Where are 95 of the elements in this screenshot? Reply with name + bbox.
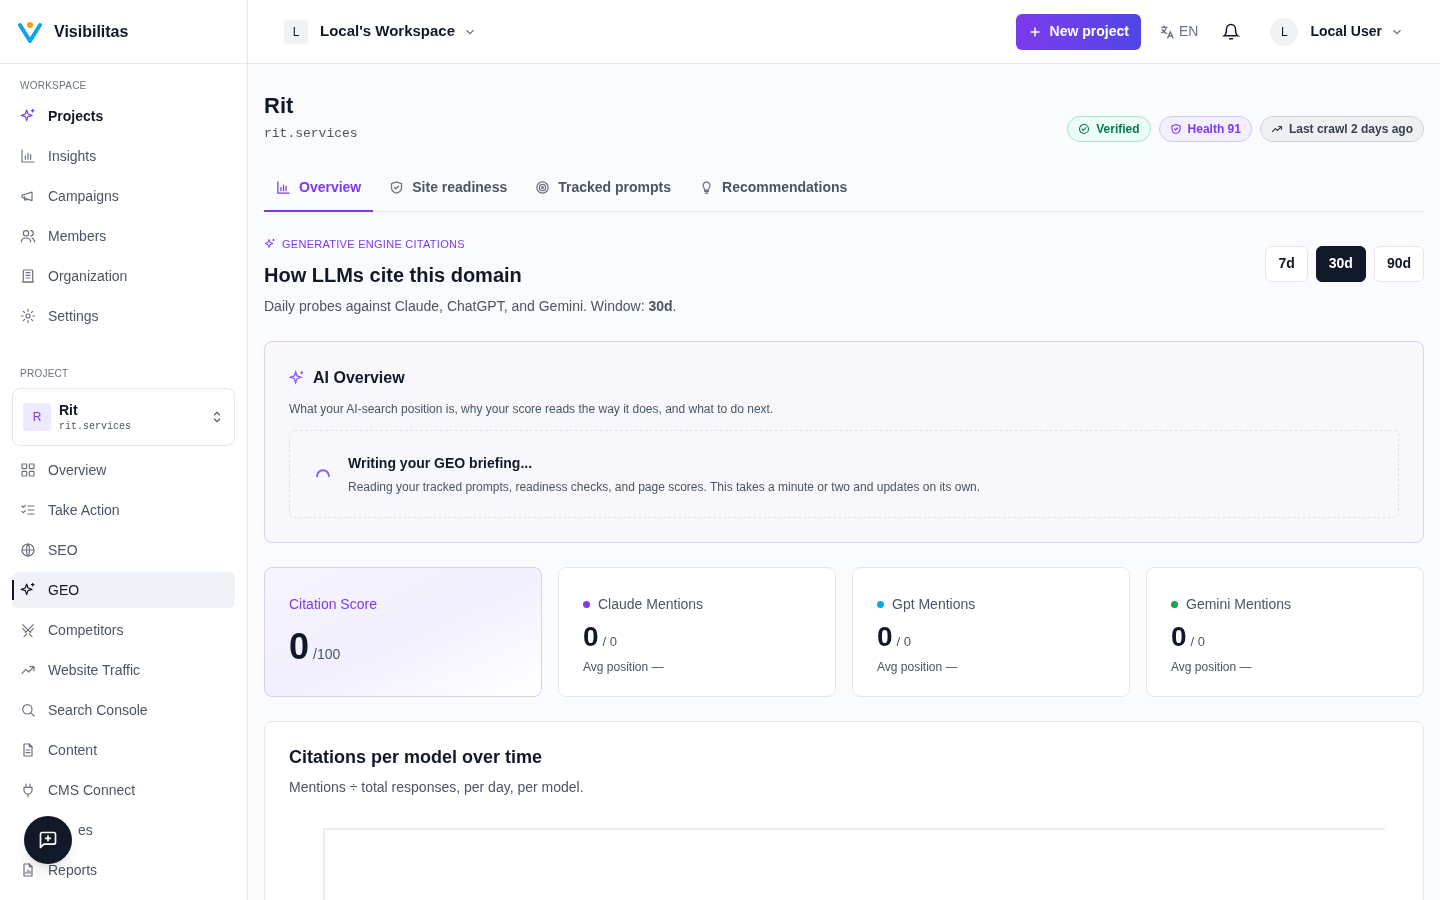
card-subtitle: Mentions ÷ total responses, per day, per model. (289, 778, 585, 797)
nav-item[interactable]: SEO (12, 532, 235, 568)
megaphone-icon (20, 188, 36, 204)
nav-item[interactable]: Search Console (12, 692, 235, 728)
project-domain: rit.services (59, 419, 132, 434)
search-icon (20, 702, 36, 718)
workspace-switcher[interactable]: L Local's Workspace (284, 19, 477, 44)
nav-item[interactable]: CMS Connect (12, 772, 235, 808)
section-subtitle: Daily probes against Claude, ChatGPT, and Gemini. Window: 30d. (264, 297, 677, 316)
status-title: Writing your GEO briefing... (348, 453, 534, 473)
metric-value: 0 (289, 629, 310, 665)
nav-item[interactable]: Overview (12, 452, 235, 488)
metric-label: Gpt Mentions (892, 595, 976, 614)
nav-item[interactable]: Take Action (12, 492, 235, 528)
metric-note: Avg position — (1171, 658, 1253, 676)
metric-value: 0 (1171, 623, 1187, 651)
sparkles-icon (20, 108, 36, 124)
chat-button[interactable] (24, 816, 72, 864)
status-badge: Last crawl 2 days ago (1259, 115, 1424, 142)
report-icon (20, 862, 36, 878)
nav-item[interactable]: GEO (12, 572, 235, 608)
range-button[interactable]: 90d (1373, 245, 1424, 282)
logo-icon (18, 20, 42, 43)
tab[interactable]: Tracked prompts (523, 165, 684, 212)
building-icon (20, 268, 36, 284)
nav-item[interactable]: Competitors (12, 612, 235, 648)
metric-note: Avg position — (877, 658, 959, 676)
card-subtitle: What your AI-search position is, why your score reads the way it does, and what to do next. (289, 401, 775, 418)
status-badge: Verified (1067, 115, 1151, 142)
metric-suffix: / 0 (1190, 633, 1206, 651)
nav-item[interactable]: Projects (12, 98, 235, 134)
workspace-name: Local's Workspace (320, 21, 455, 42)
range-button[interactable]: 7d (1265, 245, 1308, 282)
user-menu[interactable]: L Local User (1270, 17, 1404, 46)
section-label: PROJECT (19, 367, 70, 381)
sparkles-icon (289, 370, 305, 386)
bar-chart-icon (276, 180, 291, 195)
section-label: WORKSPACE (19, 79, 88, 93)
language-button[interactable]: EN (1158, 21, 1199, 42)
metric-label: Citation Score (289, 595, 378, 614)
tab[interactable]: Site readiness (377, 165, 520, 212)
nav-item[interactable]: Campaigns (12, 178, 235, 214)
swords-icon (20, 622, 36, 638)
metric-value: 0 (877, 623, 893, 651)
brand-name: Visibilitas (54, 21, 129, 42)
nav-item[interactable]: Settings (12, 298, 235, 334)
project-name: Rit (59, 400, 79, 419)
metric-suffix: / 0 (602, 633, 618, 651)
project-title: Rit (264, 92, 295, 120)
shield-icon (389, 180, 405, 195)
nav-item[interactable]: Reports (12, 852, 235, 888)
bar-chart-icon (20, 148, 36, 164)
project-domain: rit.services (264, 125, 358, 143)
tab[interactable]: Recommendations (687, 165, 860, 212)
check-circle-icon (1078, 122, 1091, 135)
project-selector[interactable]: R Rit rit.services (12, 388, 235, 446)
eyebrow-text: GENERATIVE ENGINE CITATIONS (282, 236, 465, 252)
metric-suffix: /100 (313, 645, 341, 664)
metric-value: 0 (583, 623, 599, 651)
tab[interactable]: Overview (264, 165, 374, 212)
bell-icon[interactable] (1222, 22, 1241, 41)
nav-item[interactable]: Members (12, 218, 235, 254)
metric-note: Avg position — (583, 658, 665, 676)
user-avatar: L (1270, 17, 1299, 46)
metric-suffix: / 0 (896, 633, 912, 651)
metric-label: Claude Mentions (598, 595, 704, 614)
status-badge: Health 91 (1158, 115, 1252, 142)
metric-label: Gemini Mentions (1186, 595, 1292, 614)
translate-icon (1158, 23, 1175, 40)
message-plus-icon (38, 830, 58, 850)
plus-icon (1027, 24, 1042, 39)
range-button[interactable]: 30d (1315, 245, 1366, 282)
shield-icon (1169, 122, 1182, 135)
users-icon (20, 228, 36, 244)
target-icon (535, 180, 551, 195)
document-icon (20, 742, 36, 758)
section-title: How LLMs cite this domain (264, 263, 523, 288)
sparkles-icon (264, 237, 276, 250)
workspace-avatar: L (284, 19, 308, 44)
user-name: Local User (1310, 22, 1382, 41)
nav-item[interactable]: Website Traffic (12, 652, 235, 688)
card-title: Citations per model over time (289, 746, 544, 769)
new-project-button[interactable]: New project (1015, 13, 1141, 50)
grid-icon (20, 462, 36, 478)
checklist-icon (20, 502, 36, 518)
status-text: Reading your tracked prompts, readiness checks, and page scores. This takes a minute or two and updates on its own. (348, 478, 981, 496)
nav-item[interactable]: Insights (12, 138, 235, 174)
nav-item[interactable]: Content (12, 732, 235, 768)
globe-icon (20, 542, 36, 558)
card-title: AI Overview (313, 368, 405, 388)
nav-item[interactable]: es (12, 812, 235, 848)
sparkles-icon (20, 582, 36, 598)
project-avatar: R (23, 403, 51, 431)
plug-icon (20, 782, 36, 798)
nav-item[interactable]: Organization (12, 258, 235, 294)
